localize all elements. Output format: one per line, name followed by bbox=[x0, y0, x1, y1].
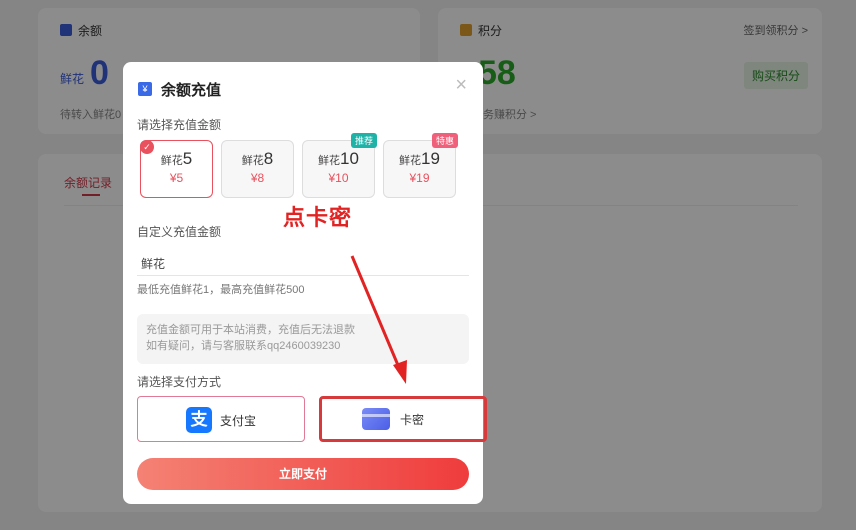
notice-line-1: 充值金额可用于本站消费，充值后无法退款 bbox=[146, 324, 355, 336]
discount-badge: 特惠 bbox=[431, 133, 458, 148]
check-icon: ✓ bbox=[140, 140, 154, 154]
close-icon[interactable]: × bbox=[455, 74, 467, 97]
recommend-badge: 推荐 bbox=[350, 133, 377, 148]
amount-unit: 鲜花 bbox=[241, 155, 264, 167]
custom-amount-label: 自定义充值金额 bbox=[137, 225, 222, 239]
amount-price: ¥10 bbox=[328, 171, 349, 185]
custom-amount-input[interactable] bbox=[137, 252, 469, 276]
pay-method-card-key[interactable]: 卡密 bbox=[319, 396, 487, 442]
modal-title: 余额充值 bbox=[161, 82, 222, 99]
recharge-notice: 充值金额可用于本站消费，充值后无法退款 如有疑问，请与客服联系qq2460039… bbox=[137, 314, 469, 364]
recharge-icon: ¥ bbox=[138, 82, 152, 96]
annotation-text: 点卡密 bbox=[283, 205, 353, 230]
amount-value: 8 bbox=[263, 149, 274, 168]
alipay-icon: 支 bbox=[186, 407, 212, 433]
amount-unit: 鲜花 bbox=[399, 155, 422, 167]
amount-value: 19 bbox=[421, 149, 440, 168]
amount-option-10[interactable]: 推荐 鲜花10 ¥10 bbox=[302, 133, 377, 198]
amount-option-19[interactable]: 特惠 鲜花19 ¥19 bbox=[383, 133, 458, 198]
choose-amount-label: 请选择充值金额 bbox=[137, 118, 222, 132]
pay-method-alipay[interactable]: 支 支付宝 bbox=[137, 396, 305, 442]
amount-price: ¥19 bbox=[409, 171, 430, 185]
pay-method-name: 支付宝 bbox=[220, 414, 257, 428]
recharge-modal: ¥ 余额充值 × 请选择充值金额 ✓ 鲜花5 ¥5 鲜花8 ¥8 推荐 鲜花10… bbox=[123, 62, 487, 504]
pay-now-button[interactable]: 立即支付 bbox=[137, 458, 469, 490]
amount-unit: 鲜花 bbox=[160, 155, 183, 167]
amount-value: 10 bbox=[340, 149, 359, 168]
pay-method-name: 卡密 bbox=[400, 413, 425, 427]
amount-option-8[interactable]: 鲜花8 ¥8 bbox=[221, 140, 294, 198]
pay-method-label: 请选择支付方式 bbox=[137, 375, 222, 389]
amount-value: 5 bbox=[182, 149, 193, 168]
custom-amount-hint: 最低充值鲜花1，最高充值鲜花500 bbox=[137, 284, 305, 296]
notice-line-2: 如有疑问，请与客服联系qq2460039230 bbox=[146, 340, 341, 352]
amount-unit: 鲜花 bbox=[318, 155, 341, 167]
card-icon bbox=[362, 408, 390, 430]
amount-price: ¥8 bbox=[250, 171, 265, 185]
amount-option-5[interactable]: ✓ 鲜花5 ¥5 bbox=[140, 140, 213, 198]
amount-price: ¥5 bbox=[169, 171, 184, 185]
